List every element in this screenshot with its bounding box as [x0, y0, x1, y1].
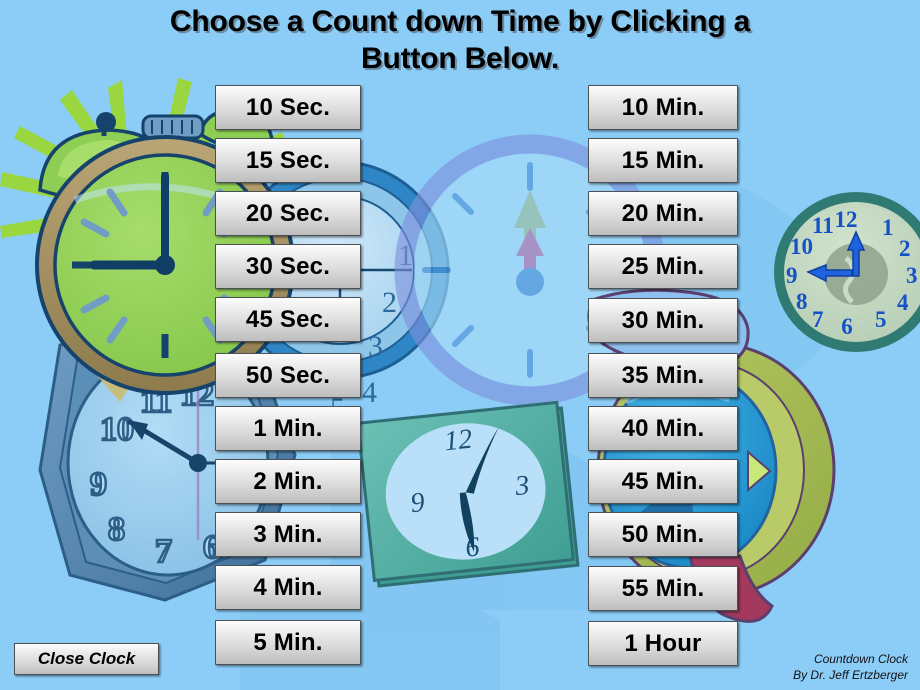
- time-button-30-min[interactable]: 30 Min.: [588, 298, 738, 343]
- time-button-10-min[interactable]: 10 Min.: [588, 85, 738, 130]
- time-button-3-min[interactable]: 3 Min.: [215, 512, 361, 557]
- time-button-40-min[interactable]: 40 Min.: [588, 406, 738, 451]
- svg-text:4: 4: [362, 376, 377, 409]
- time-button-55-min[interactable]: 55 Min.: [588, 566, 738, 611]
- svg-text:1: 1: [398, 239, 413, 272]
- background-artwork: 12 11 10 9 8 7 6 1 2 3 4 5: [0, 78, 920, 690]
- svg-text:1: 1: [882, 215, 894, 240]
- svg-text:7: 7: [812, 307, 824, 332]
- credit-text: Countdown Clock By Dr. Jeff Ertzberger: [793, 652, 908, 684]
- svg-text:9: 9: [409, 487, 426, 519]
- time-button-20-sec[interactable]: 20 Sec.: [215, 191, 361, 236]
- svg-text:3: 3: [368, 330, 383, 363]
- svg-text:3: 3: [513, 470, 531, 502]
- svg-text:12: 12: [835, 207, 858, 232]
- time-button-25-min[interactable]: 25 Min.: [588, 244, 738, 289]
- svg-text:8: 8: [108, 511, 125, 548]
- svg-text:2: 2: [899, 236, 911, 261]
- svg-text:12: 12: [180, 376, 214, 413]
- time-button-10-sec[interactable]: 10 Sec.: [215, 85, 361, 130]
- time-button-15-min[interactable]: 15 Min.: [588, 138, 738, 183]
- time-button-15-sec[interactable]: 15 Sec.: [215, 138, 361, 183]
- time-button-1-hour[interactable]: 1 Hour: [588, 621, 738, 666]
- countdown-clock-screen: 12 11 10 9 8 7 6 1 2 3 4 5: [0, 0, 920, 690]
- time-button-30-sec[interactable]: 30 Sec.: [215, 244, 361, 289]
- page-title: Choose a Count down Time by Clicking a B…: [0, 4, 920, 77]
- time-button-45-min[interactable]: 45 Min.: [588, 459, 738, 504]
- svg-text:10: 10: [790, 234, 813, 259]
- svg-text:2: 2: [382, 286, 397, 319]
- time-button-4-min[interactable]: 4 Min.: [215, 565, 361, 610]
- svg-text:6: 6: [841, 314, 853, 339]
- time-button-50-sec[interactable]: 50 Sec.: [215, 353, 361, 398]
- svg-text:8: 8: [796, 289, 808, 314]
- time-button-1-min[interactable]: 1 Min.: [215, 406, 361, 451]
- page-title-line2: Button Below.: [361, 41, 559, 75]
- page-title-line1: Choose a Count down Time by Clicking a: [169, 5, 751, 38]
- time-button-50-min[interactable]: 50 Min.: [588, 512, 738, 557]
- time-button-45-sec[interactable]: 45 Sec.: [215, 297, 361, 342]
- svg-text:6: 6: [464, 531, 481, 563]
- svg-text:11: 11: [140, 383, 172, 420]
- time-button-35-min[interactable]: 35 Min.: [588, 353, 738, 398]
- svg-text:12: 12: [443, 424, 474, 458]
- time-button-2-min[interactable]: 2 Min.: [215, 459, 361, 504]
- time-button-5-min[interactable]: 5 Min.: [215, 620, 361, 665]
- tilted-square-clock: 12 3 6 9: [356, 400, 580, 588]
- svg-text:9: 9: [786, 263, 798, 288]
- svg-text:9: 9: [90, 466, 107, 503]
- svg-text:7: 7: [155, 533, 172, 570]
- time-button-20-min[interactable]: 20 Min.: [588, 191, 738, 236]
- svg-text:3: 3: [906, 263, 918, 288]
- svg-text:10: 10: [100, 411, 134, 448]
- small-right-clock: 12 1 2 3 4 5 6 7 8 9 10 11: [774, 192, 920, 352]
- credit-line1: Countdown Clock: [813, 652, 908, 667]
- svg-text:5: 5: [875, 307, 887, 332]
- credit-line2: By Dr. Jeff Ertzberger: [793, 668, 908, 683]
- close-clock-button[interactable]: Close Clock: [14, 643, 159, 675]
- svg-text:11: 11: [812, 213, 834, 238]
- svg-text:4: 4: [897, 290, 909, 315]
